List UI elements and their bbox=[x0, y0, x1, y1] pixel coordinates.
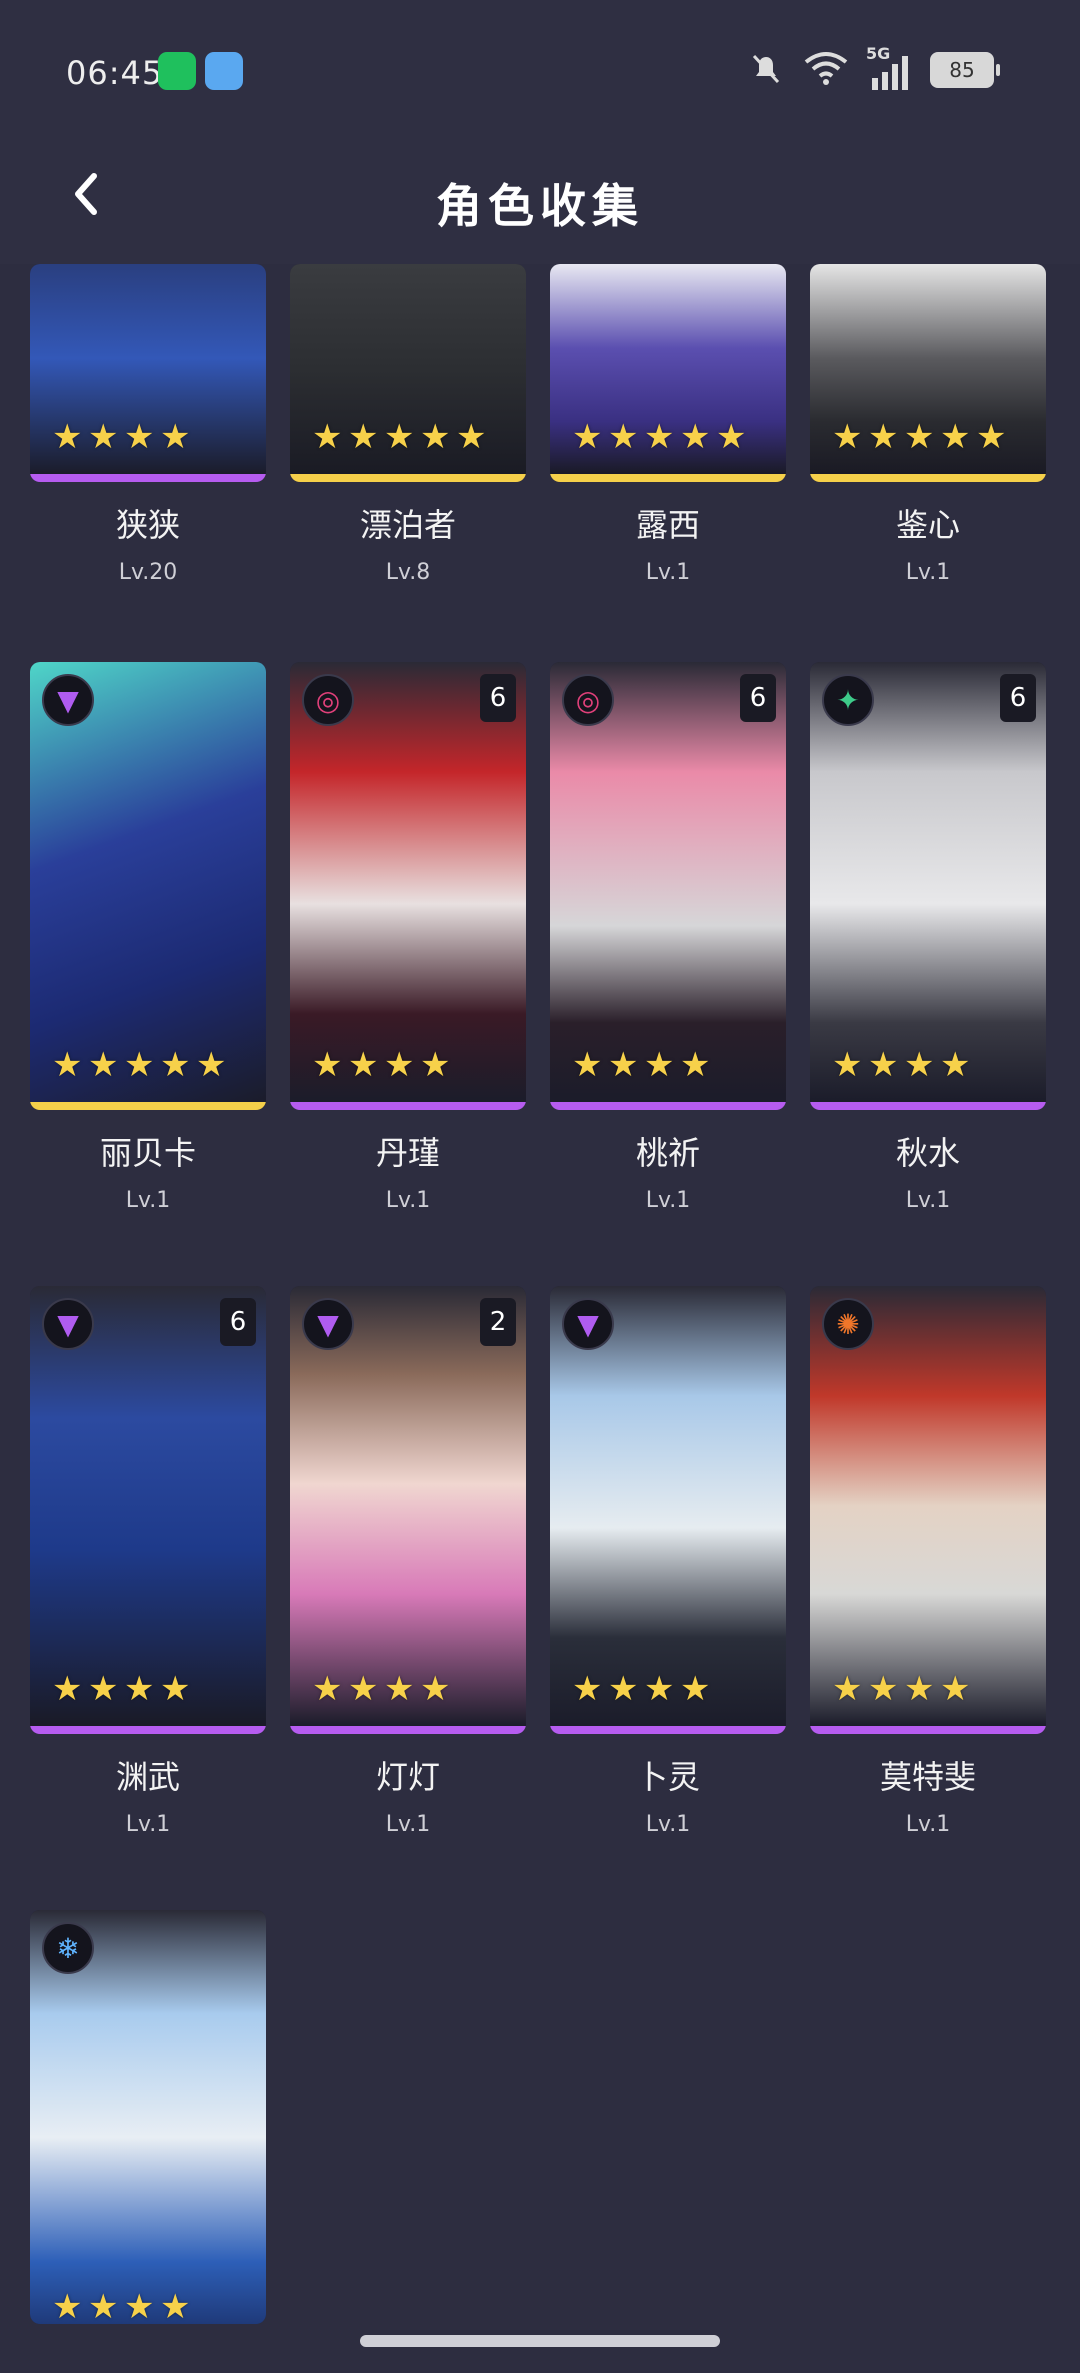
character-name: 灯灯 bbox=[375, 1758, 440, 1796]
signal-5g-icon: 5G bbox=[866, 44, 914, 92]
rarity-bar bbox=[290, 1726, 526, 1734]
star-rating: ★ ★ ★ ★ bbox=[312, 1669, 451, 1709]
character-name: 漂泊者 bbox=[359, 506, 456, 544]
character-portrait bbox=[810, 662, 1046, 1102]
character-name: 秋水 bbox=[895, 1134, 960, 1172]
network-label: 5G bbox=[866, 44, 891, 63]
battery-indicator: 85 bbox=[930, 52, 1000, 88]
star-rating: ★ ★ ★ ★ ★ bbox=[572, 417, 747, 457]
status-icons: 5G 85 bbox=[746, 44, 1000, 92]
star-rating: ★ ★ ★ ★ bbox=[832, 1045, 971, 1085]
character-level: Lv.1 bbox=[385, 1188, 431, 1213]
character-card[interactable]: ◎ 6 ★ ★ ★ ★ bbox=[290, 662, 526, 1110]
character-portrait bbox=[550, 1286, 786, 1726]
rank-badge: 6 bbox=[1000, 674, 1036, 722]
rank-badge: 6 bbox=[220, 1298, 256, 1346]
star-rating: ★ ★ ★ ★ bbox=[52, 417, 191, 457]
character-level: Lv.1 bbox=[385, 1812, 431, 1837]
mute-icon bbox=[746, 48, 786, 92]
star-rating: ★ ★ ★ ★ bbox=[52, 2287, 191, 2324]
star-rating: ★ ★ ★ ★ ★ bbox=[832, 417, 1007, 457]
aero-icon: ✦ bbox=[822, 674, 874, 726]
void-icon: ▼ bbox=[562, 1298, 614, 1350]
character-level: Lv.1 bbox=[125, 1188, 171, 1213]
character-level: Lv.1 bbox=[905, 1812, 951, 1837]
rarity-bar bbox=[810, 1102, 1046, 1110]
star-rating: ★ ★ ★ ★ bbox=[832, 1669, 971, 1709]
character-level: Lv.1 bbox=[905, 1188, 951, 1213]
rarity-bar bbox=[550, 1102, 786, 1110]
character-card[interactable]: ★ ★ ★ ★ bbox=[30, 264, 266, 482]
character-name: 狭狭 bbox=[115, 506, 180, 544]
character-name: 桃祈 bbox=[635, 1134, 700, 1172]
void-icon: ▼ bbox=[302, 1298, 354, 1350]
star-rating: ★ ★ ★ ★ bbox=[312, 1045, 451, 1085]
character-level: Lv.1 bbox=[905, 560, 951, 585]
rank-badge: 6 bbox=[480, 674, 516, 722]
rarity-bar bbox=[30, 1726, 266, 1734]
character-card[interactable]: ▼ ★ ★ ★ ★ ★ bbox=[30, 662, 266, 1110]
character-name: 鉴心 bbox=[895, 506, 960, 544]
character-portrait bbox=[550, 662, 786, 1102]
header: 角色收集 bbox=[0, 140, 1080, 264]
rarity-bar bbox=[550, 474, 786, 482]
character-card[interactable]: ▼ 2 ★ ★ ★ ★ bbox=[290, 1286, 526, 1734]
character-card[interactable]: ❄ ★ ★ ★ ★ bbox=[30, 1910, 266, 2324]
rank-badge: 2 bbox=[480, 1298, 516, 1346]
status-time: 06:45 bbox=[66, 54, 164, 92]
void-icon: ▼ bbox=[42, 1298, 94, 1350]
star-rating: ★ ★ ★ ★ bbox=[572, 1669, 711, 1709]
character-card[interactable]: ▼ ★ ★ ★ ★ bbox=[550, 1286, 786, 1734]
page-title: 角色收集 bbox=[436, 179, 644, 233]
rarity-bar bbox=[550, 1726, 786, 1734]
void-icon: ▼ bbox=[42, 674, 94, 726]
character-portrait bbox=[810, 1286, 1046, 1726]
character-card[interactable]: ★ ★ ★ ★ ★ bbox=[290, 264, 526, 482]
character-card[interactable]: ★ ★ ★ ★ ★ bbox=[550, 264, 786, 482]
character-name: 莫特斐 bbox=[879, 1758, 976, 1796]
character-name: 丹瑾 bbox=[375, 1134, 440, 1172]
character-name: 丽贝卡 bbox=[99, 1134, 196, 1172]
star-rating: ★ ★ ★ ★ bbox=[52, 1669, 191, 1709]
rarity-bar bbox=[290, 474, 526, 482]
wechat-icon bbox=[158, 52, 196, 90]
star-rating: ★ ★ ★ ★ bbox=[572, 1045, 711, 1085]
character-card[interactable]: ★ ★ ★ ★ ★ bbox=[810, 264, 1046, 482]
rank-badge: 6 bbox=[740, 674, 776, 722]
character-card[interactable]: ▼ 6 ★ ★ ★ ★ bbox=[30, 1286, 266, 1734]
wifi-icon bbox=[802, 48, 850, 92]
glacio-icon: ❄ bbox=[42, 1922, 94, 1974]
character-level: Lv.8 bbox=[385, 560, 431, 585]
fusion-icon: ✺ bbox=[822, 1298, 874, 1350]
character-level: Lv.1 bbox=[645, 560, 691, 585]
character-portrait bbox=[30, 662, 266, 1102]
character-level: Lv.1 bbox=[645, 1812, 691, 1837]
star-rating: ★ ★ ★ ★ ★ bbox=[312, 417, 487, 457]
havoc-icon: ◎ bbox=[562, 674, 614, 726]
character-card[interactable]: ◎ 6 ★ ★ ★ ★ bbox=[550, 662, 786, 1110]
character-level: Lv.20 bbox=[118, 560, 178, 585]
rarity-bar bbox=[30, 474, 266, 482]
character-name: 渊武 bbox=[115, 1758, 180, 1796]
character-portrait bbox=[30, 1286, 266, 1726]
star-rating: ★ ★ ★ ★ ★ bbox=[52, 1045, 227, 1085]
rarity-bar bbox=[810, 1726, 1046, 1734]
character-name: 卜灵 bbox=[635, 1758, 700, 1796]
rarity-bar bbox=[810, 474, 1046, 482]
character-name: 露西 bbox=[635, 506, 700, 544]
character-portrait bbox=[290, 662, 526, 1102]
character-card[interactable]: ✺ ★ ★ ★ ★ bbox=[810, 1286, 1046, 1734]
character-level: Lv.1 bbox=[645, 1188, 691, 1213]
rarity-bar bbox=[30, 1102, 266, 1110]
character-level: Lv.1 bbox=[125, 1812, 171, 1837]
character-card[interactable]: ✦ 6 ★ ★ ★ ★ bbox=[810, 662, 1046, 1110]
rarity-bar bbox=[290, 1102, 526, 1110]
havoc-icon: ◎ bbox=[302, 674, 354, 726]
character-portrait bbox=[290, 1286, 526, 1726]
weather-icon bbox=[205, 52, 243, 90]
home-indicator[interactable] bbox=[360, 2335, 720, 2347]
status-bar: 06:45 5G 85 bbox=[0, 0, 1080, 140]
